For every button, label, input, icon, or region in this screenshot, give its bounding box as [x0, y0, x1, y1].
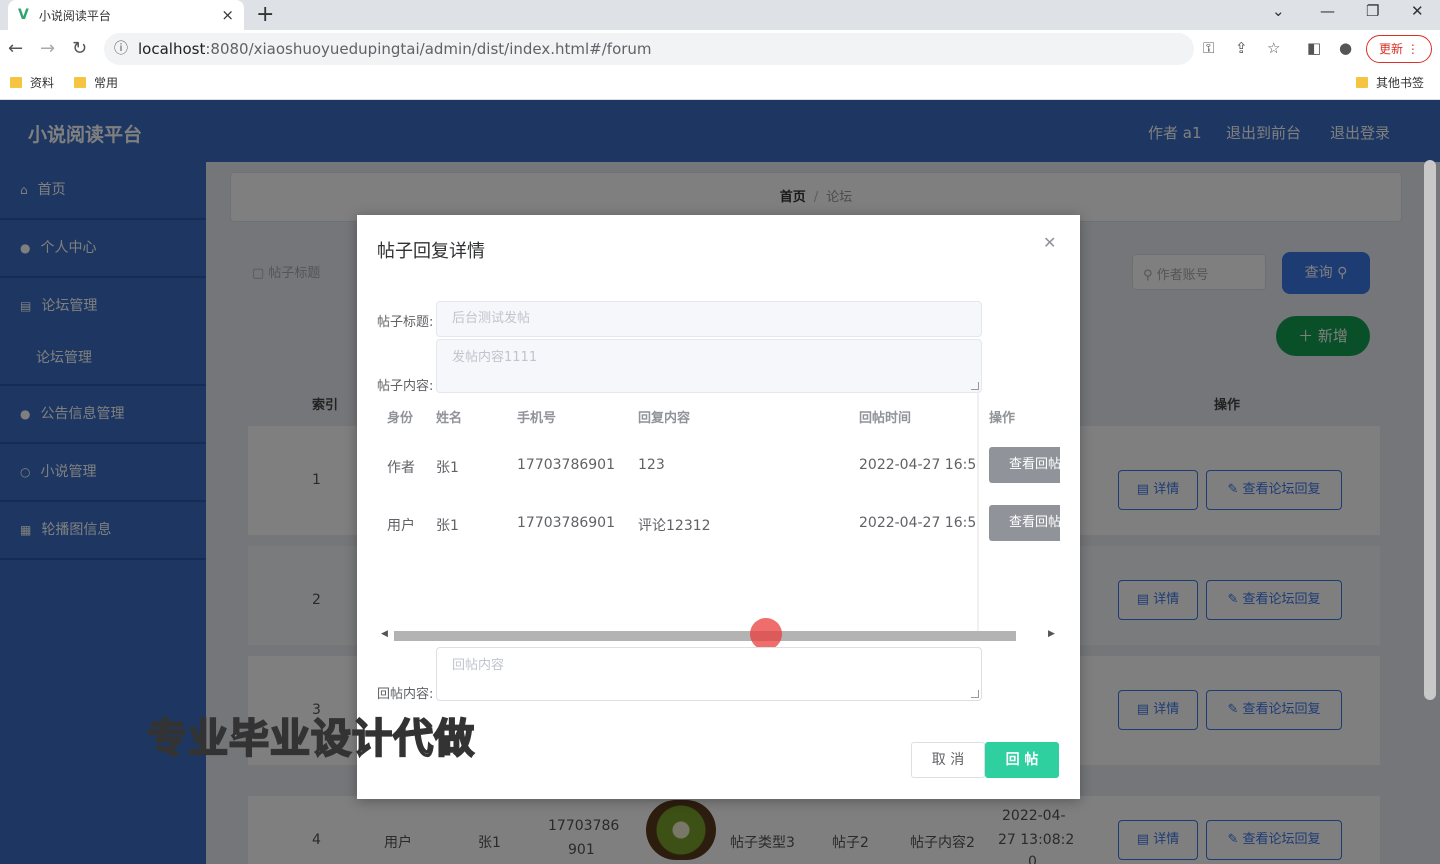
th-action: 操作 [989, 411, 1016, 426]
url-host: localhost [138, 40, 206, 58]
vue-favicon-icon: V [18, 7, 29, 23]
th-content: 回复内容 [638, 411, 691, 426]
reply-time: 2022-04-27 16:54: [859, 457, 977, 473]
profile-icon[interactable]: ● [1339, 39, 1352, 57]
bookmarks-bar: 资料 常用 其他书签 [0, 68, 1440, 100]
back-icon[interactable]: ← [8, 38, 23, 59]
reply-placeholder: 回帖内容 [452, 658, 505, 673]
dialog-title: 帖子回复详情 [377, 241, 485, 262]
table-horizontal-scrollbar[interactable]: ◀ ▶ [377, 629, 1060, 643]
post-content-value: 发帖内容1111 [452, 350, 538, 365]
folder-icon [1356, 77, 1368, 88]
side-panel-icon[interactable]: ◧ [1307, 39, 1321, 57]
reply-time: 2022-04-27 16:51: [859, 515, 977, 531]
bookmark-label: 常用 [94, 76, 119, 90]
reply-phone: 17703786901 [517, 457, 615, 473]
post-content-field: 发帖内容1111 [436, 339, 982, 393]
bookmark-label: 资料 [30, 76, 55, 90]
resize-handle-icon[interactable] [971, 690, 979, 698]
reply-role: 作者 [387, 460, 415, 476]
scrollbar-thumb[interactable] [394, 631, 1016, 641]
reply-label: 回帖内容: [377, 687, 434, 702]
close-tab-icon[interactable]: × [221, 6, 234, 24]
folder-icon [74, 77, 86, 88]
reply-role: 用户 [387, 518, 415, 534]
title-label: 帖子标题: [377, 315, 434, 330]
minimize-icon[interactable]: — [1320, 2, 1335, 20]
reload-icon[interactable]: ↻ [72, 38, 87, 59]
forward-icon[interactable]: → [40, 38, 55, 59]
site-info-icon[interactable]: ⓘ [114, 33, 128, 65]
th-time: 回帖时间 [859, 411, 912, 426]
update-button[interactable]: 更新 ⋮ [1366, 35, 1432, 63]
fixed-column-shadow [977, 391, 979, 641]
browser-tab-strip: V 小说阅读平台 × + ⌄ — ❐ ✕ [0, 0, 1440, 30]
mouse-cursor-highlight [750, 618, 782, 650]
post-title-field: 后台测试发帖 [436, 301, 982, 337]
th-role: 身份 [387, 411, 414, 426]
reply-textarea[interactable]: 回帖内容 [436, 647, 982, 701]
other-bookmarks-label: 其他书签 [1376, 76, 1425, 90]
bookmark-folder-2[interactable]: 常用 [74, 74, 118, 91]
reply-content: 评论12312 [638, 518, 711, 534]
resize-handle-icon[interactable] [971, 382, 979, 390]
update-label: 更新 [1379, 42, 1404, 56]
key-icon[interactable]: ⚿ [1203, 39, 1214, 57]
replies-table: 身份 姓名 手机号 回复内容 回帖时间 操作 作者 张1 17703786901… [377, 391, 1060, 641]
tab-search-icon[interactable]: ⌄ [1272, 2, 1285, 20]
watermark-text: 专业毕业设计代做 [146, 715, 475, 763]
bookmark-folder-1[interactable]: 资料 [10, 74, 54, 91]
reply-content: 123 [638, 457, 665, 473]
folder-icon [10, 77, 22, 88]
tab-title: 小说阅读平台 [38, 8, 111, 23]
close-window-icon[interactable]: ✕ [1411, 2, 1424, 20]
url-field[interactable]: ⓘ localhost:8080/xiaoshuoyuedupingtai/adm… [104, 33, 1194, 65]
page-scrollbar[interactable] [1424, 160, 1436, 700]
th-name: 姓名 [436, 411, 463, 426]
new-tab-icon[interactable]: + [256, 2, 274, 27]
view-reply-button[interactable]: 查看回帖 [989, 447, 1060, 483]
view-reply-button[interactable]: 查看回帖 [989, 505, 1060, 541]
th-phone: 手机号 [517, 411, 557, 426]
reply-phone: 17703786901 [517, 515, 615, 531]
address-bar: ← → ↻ ⓘ localhost:8080/xiaoshuoyuedupingt… [0, 30, 1440, 68]
reply-name: 张1 [436, 518, 459, 534]
browser-tab[interactable]: V 小说阅读平台 × [8, 0, 244, 30]
restore-icon[interactable]: ❐ [1366, 2, 1379, 20]
share-icon[interactable]: ⇪ [1235, 39, 1248, 57]
url-path: :8080/xiaoshuoyuedupingtai/admin/dist/in… [205, 40, 652, 58]
reply-name: 张1 [436, 460, 459, 476]
close-icon[interactable]: ✕ [1043, 233, 1056, 252]
other-bookmarks[interactable]: 其他书签 [1356, 74, 1424, 91]
cancel-button[interactable]: 取 消 [911, 742, 985, 778]
star-icon[interactable]: ☆ [1267, 39, 1280, 57]
scroll-right-icon[interactable]: ▶ [1048, 629, 1055, 639]
scroll-left-icon[interactable]: ◀ [381, 629, 388, 639]
submit-reply-button[interactable]: 回 帖 [985, 742, 1059, 778]
